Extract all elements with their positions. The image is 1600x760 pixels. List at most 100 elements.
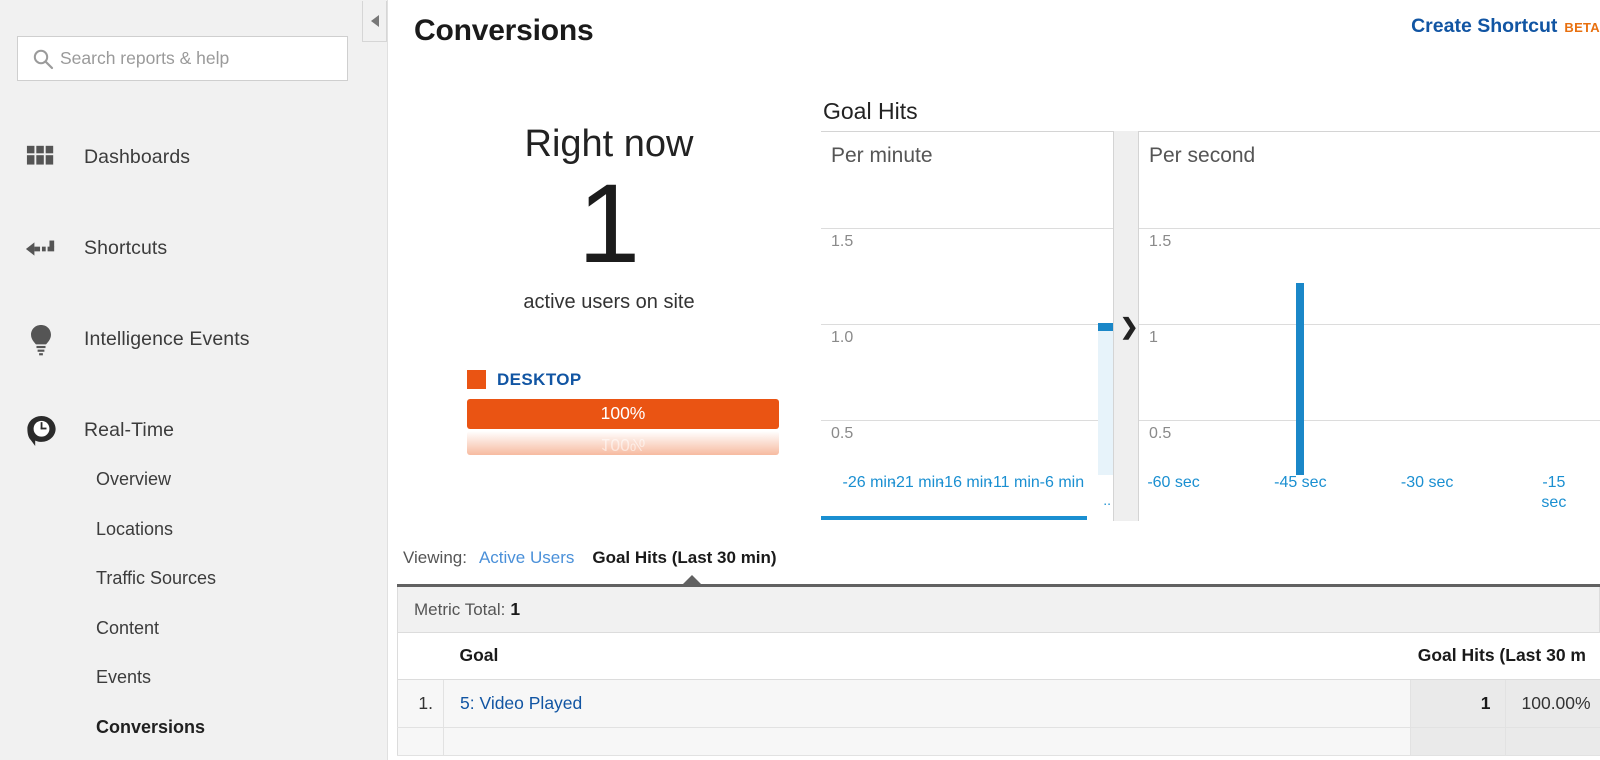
right-now-title: Right now xyxy=(414,124,804,166)
axis-tick: -45 sec xyxy=(1274,473,1326,493)
charts-body: Per minute 1.5 1.0 0.5 -26 min -21 min xyxy=(821,131,1600,521)
chart-per-minute-label: Per minute xyxy=(831,144,933,168)
sidebar-item-conversions[interactable]: Conversions xyxy=(0,703,387,753)
gridline-label: 1.5 xyxy=(1149,233,1171,251)
table-cell-hits: 1 xyxy=(1410,679,1505,727)
chart-bar-goal-hit[interactable] xyxy=(1296,283,1304,475)
beta-badge: BETA xyxy=(1564,20,1600,35)
gridline-label: 0.5 xyxy=(831,425,853,443)
goal-link[interactable]: 5: Video Played xyxy=(460,693,582,713)
sidebar-subitem-label: Content xyxy=(96,618,159,639)
chart-per-second: Per second 1.5 1 0.5 -60 sec -45 sec -30 xyxy=(1139,131,1600,521)
axis-tick: -26 min xyxy=(842,473,895,493)
axis-tick: -16 min xyxy=(939,473,992,493)
device-share-value: 100% xyxy=(601,403,646,424)
sidebar-item-dashboards[interactable]: Dashboards xyxy=(0,112,387,203)
search-input[interactable] xyxy=(60,44,325,74)
device-share-value-reflection: 100% xyxy=(601,434,646,455)
active-tab-pointer-icon xyxy=(681,575,703,586)
sidebar-subnav: Overview Locations Traffic Sources Conte… xyxy=(0,455,387,752)
table-cell-hits xyxy=(1410,727,1505,755)
main-content: Conversions Create Shortcut BETA Right n… xyxy=(389,0,1600,760)
table-cell-goal xyxy=(444,727,1411,755)
active-users-caption: active users on site xyxy=(414,291,804,314)
gridline xyxy=(1139,324,1600,325)
gridline xyxy=(821,420,1113,421)
chart-per-minute-axis: -26 min -21 min -16 min -11 min -6 min .… xyxy=(821,473,1113,515)
axis-tick: -60 sec xyxy=(1147,473,1199,493)
table-header-goal-hits[interactable]: Goal Hits (Last 30 m xyxy=(1410,633,1600,679)
device-legend: DESKTOP xyxy=(467,370,804,390)
viewing-label: Viewing: xyxy=(403,548,467,568)
axis-tick: -11 min xyxy=(988,473,1040,493)
page-title: Conversions xyxy=(414,14,594,48)
metric-total-value: 1 xyxy=(510,599,520,620)
chart-per-second-plot: 1.5 1 0.5 xyxy=(1139,132,1600,475)
sidebar-subitem-label: Events xyxy=(96,667,151,688)
gridline xyxy=(821,228,1113,229)
chart-per-minute-plot: 1.5 1.0 0.5 xyxy=(821,132,1113,475)
metric-total-label: Metric Total: xyxy=(414,600,505,620)
sidebar-item-overview[interactable]: Overview xyxy=(0,455,387,505)
device-bar-wrapper: 100% 100% xyxy=(467,399,779,455)
table-cell-percent xyxy=(1505,727,1600,755)
device-share-bar[interactable]: 100% xyxy=(467,399,779,429)
table-header-goal[interactable]: Goal xyxy=(444,633,1411,679)
sidebar-item-events[interactable]: Events xyxy=(0,653,387,703)
goals-data-table: Goal Goal Hits (Last 30 m 1. 5: Video Pl… xyxy=(397,633,1600,756)
table-header-row: Goal Goal Hits (Last 30 m xyxy=(398,633,1600,679)
viewing-tab-active-users[interactable]: Active Users xyxy=(479,548,574,568)
table-row-next-partial[interactable] xyxy=(398,727,1600,755)
sidebar-collapse-button[interactable] xyxy=(362,1,387,42)
device-legend-label[interactable]: DESKTOP xyxy=(497,370,582,390)
sidebar-item-label: Shortcuts xyxy=(84,237,167,260)
sidebar-nav: Dashboards Shortcuts xyxy=(0,112,387,476)
goal-hits-charts: Goal Hits Per minute 1.5 1.0 0.5 xyxy=(821,98,1600,528)
axis-tick-truncated: .. xyxy=(1103,492,1111,510)
chevron-right-icon[interactable]: ❯ xyxy=(1120,316,1138,338)
sidebar-item-label: Dashboards xyxy=(84,146,190,169)
sidebar-item-shortcuts[interactable]: Shortcuts xyxy=(0,203,387,294)
sidebar: Dashboards Shortcuts xyxy=(0,0,388,760)
create-shortcut-area: Create Shortcut BETA xyxy=(1411,15,1600,38)
grid-icon xyxy=(24,141,58,175)
sidebar-item-intelligence-events[interactable]: Intelligence Events xyxy=(0,294,387,385)
lightbulb-icon xyxy=(24,323,58,357)
viewing-tab-goal-hits[interactable]: Goal Hits (Last 30 min) xyxy=(592,548,776,568)
sidebar-subitem-label: Locations xyxy=(96,519,173,540)
table-cell-index: 1. xyxy=(398,679,444,727)
table-header-index xyxy=(398,633,444,679)
goal-hits-title: Goal Hits xyxy=(823,98,1600,125)
sidebar-subitem-label: Overview xyxy=(96,469,171,490)
arrow-left-dashed-icon xyxy=(24,232,58,266)
table-row[interactable]: 1. 5: Video Played 1 100.00% xyxy=(398,679,1600,727)
chart-per-minute: Per minute 1.5 1.0 0.5 -26 min -21 min xyxy=(821,131,1113,521)
charts-expand-gutter[interactable]: ❯ xyxy=(1113,131,1139,521)
axis-tick: -15 sec xyxy=(1531,473,1577,513)
table-cell-index xyxy=(398,727,444,755)
search-icon xyxy=(32,48,54,70)
axis-tick: -30 sec xyxy=(1401,473,1453,493)
active-users-count: 1 xyxy=(414,164,804,285)
create-shortcut-link[interactable]: Create Shortcut xyxy=(1411,15,1557,38)
sidebar-item-label: Intelligence Events xyxy=(84,328,250,351)
highlighted-column xyxy=(1098,323,1113,475)
gridline-label: 1.0 xyxy=(831,329,853,347)
chart-bar-current-minute[interactable] xyxy=(1098,323,1113,331)
device-share-bar-reflection: 100% xyxy=(467,431,779,455)
collapse-left-icon xyxy=(371,15,379,27)
gridline xyxy=(1139,228,1600,229)
sidebar-subitem-label: Traffic Sources xyxy=(96,568,216,589)
search-box[interactable] xyxy=(17,36,348,81)
sidebar-item-content[interactable]: Content xyxy=(0,604,387,654)
gridline xyxy=(1139,420,1600,421)
axis-tick: -21 min xyxy=(891,473,944,493)
sidebar-item-label: Real-Time xyxy=(84,419,174,442)
goals-table: Metric Total: 1 Goal Goal Hits (Last 30 … xyxy=(397,584,1600,760)
app-root: Dashboards Shortcuts xyxy=(0,0,1600,760)
gridline xyxy=(821,324,1113,325)
sidebar-item-traffic-sources[interactable]: Traffic Sources xyxy=(0,554,387,604)
sidebar-item-locations[interactable]: Locations xyxy=(0,505,387,555)
table-cell-goal: 5: Video Played xyxy=(444,679,1411,727)
legend-color-swatch-icon xyxy=(467,370,486,389)
